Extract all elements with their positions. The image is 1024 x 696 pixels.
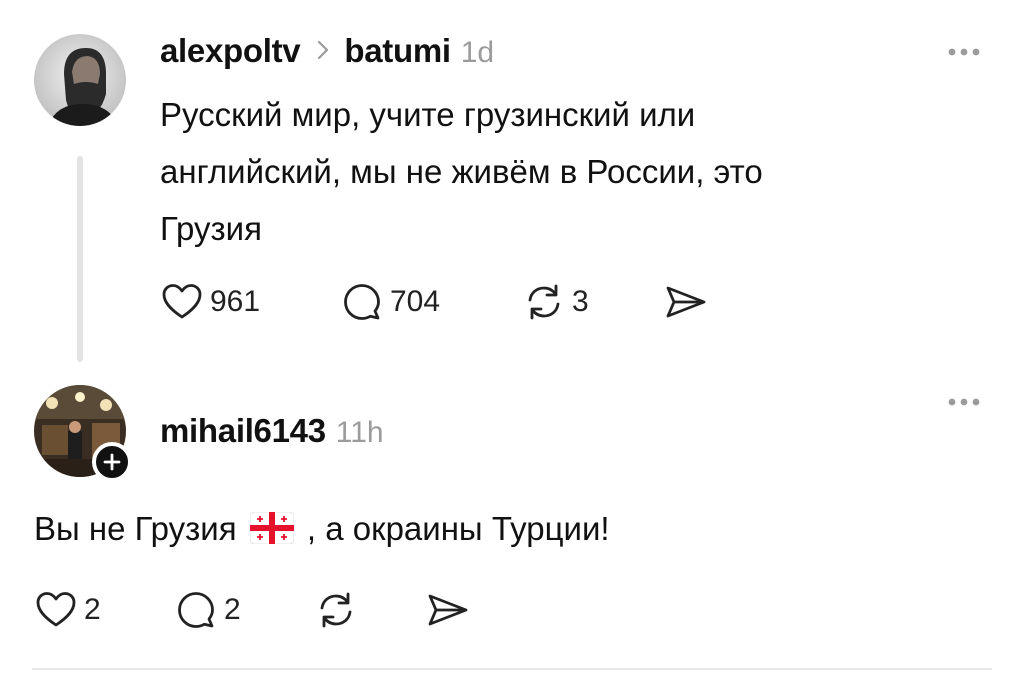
comment-icon bbox=[178, 592, 214, 628]
post-text-line: Русский мир, учите грузинский или bbox=[160, 96, 696, 133]
post-divider bbox=[32, 668, 992, 670]
username[interactable]: alexpoltv bbox=[160, 32, 301, 70]
chevron-right-icon bbox=[318, 40, 329, 60]
heart-icon bbox=[162, 284, 202, 319]
community-name[interactable]: batumi bbox=[344, 32, 451, 70]
like-count: 961 bbox=[210, 285, 261, 318]
post-text-line: английский, мы не живём в России, это bbox=[160, 153, 763, 190]
post-text: Русский мир, учите грузинский или англий… bbox=[160, 86, 763, 257]
repost-icon bbox=[528, 284, 560, 320]
post-mihail6143: mihail6143 11h Вы не Грузия , а окраины … bbox=[0, 380, 1024, 696]
timestamp: 1d bbox=[460, 36, 495, 69]
post-actions: 2 2 bbox=[34, 588, 472, 632]
username[interactable]: mihail6143 bbox=[160, 412, 326, 450]
like-count: 2 bbox=[84, 593, 101, 626]
repost-icon bbox=[320, 592, 352, 628]
heart-icon bbox=[36, 592, 76, 627]
post-text-line: Грузия bbox=[160, 210, 262, 247]
reply-count: 2 bbox=[224, 593, 241, 626]
reply-button[interactable]: 704 bbox=[340, 280, 522, 324]
plus-icon bbox=[103, 453, 121, 471]
more-options-icon[interactable] bbox=[946, 394, 986, 410]
follow-button[interactable] bbox=[92, 442, 132, 482]
share-button[interactable] bbox=[424, 588, 472, 632]
post-text: Вы не Грузия , а окраины Турции! bbox=[34, 500, 610, 557]
repost-button[interactable]: 3 bbox=[522, 280, 662, 324]
more-options-icon[interactable] bbox=[946, 44, 986, 60]
georgia-flag-icon bbox=[249, 512, 294, 544]
post-actions: 961 704 3 bbox=[160, 280, 710, 324]
avatar[interactable] bbox=[34, 34, 126, 126]
like-button[interactable]: 961 bbox=[160, 280, 340, 324]
like-button[interactable]: 2 bbox=[34, 588, 174, 632]
reply-button[interactable]: 2 bbox=[174, 588, 314, 632]
comment-icon bbox=[344, 284, 380, 320]
thread-line bbox=[77, 156, 83, 362]
avatar-photo bbox=[34, 34, 126, 126]
send-icon bbox=[428, 594, 468, 626]
post-text-after-flag: , а окраины Турции! bbox=[306, 510, 610, 547]
post-header: mihail6143 11h bbox=[160, 412, 384, 450]
post-text-before-flag: Вы не Грузия bbox=[34, 510, 237, 547]
timestamp: 11h bbox=[335, 416, 384, 449]
share-button[interactable] bbox=[662, 280, 710, 324]
reply-count: 704 bbox=[390, 285, 441, 318]
post-header: alexpoltv batumi 1d bbox=[160, 32, 494, 70]
send-icon bbox=[666, 286, 706, 318]
repost-count: 3 bbox=[572, 285, 589, 318]
repost-button[interactable] bbox=[314, 588, 424, 632]
post-alexpoltv: alexpoltv batumi 1d Русский мир, учите г… bbox=[0, 0, 1024, 380]
